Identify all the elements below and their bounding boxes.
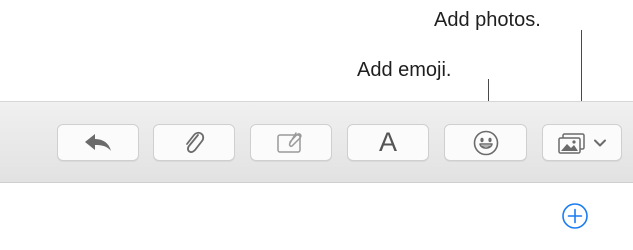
attach-button[interactable] (153, 124, 235, 161)
markup-photo-icon (277, 131, 302, 153)
photo-stack-icon (558, 132, 585, 154)
chevron-down-icon (594, 139, 606, 146)
photo-browser-button[interactable] (542, 124, 622, 161)
smiley-icon (473, 130, 498, 155)
emoji-button[interactable] (444, 124, 527, 161)
callout-add-emoji: Add emoji. (357, 59, 452, 81)
reply-arrow-icon (85, 133, 111, 151)
markup-button[interactable] (250, 124, 332, 161)
format-text-label: A (378, 127, 397, 157)
plus-circle-icon[interactable] (561, 202, 589, 230)
paperclip-icon (186, 131, 205, 153)
format-button[interactable]: A (347, 124, 429, 161)
reply-button[interactable] (57, 124, 139, 161)
mail-compose-toolbar: A (0, 101, 633, 183)
callout-add-photos: Add photos. (434, 9, 541, 31)
